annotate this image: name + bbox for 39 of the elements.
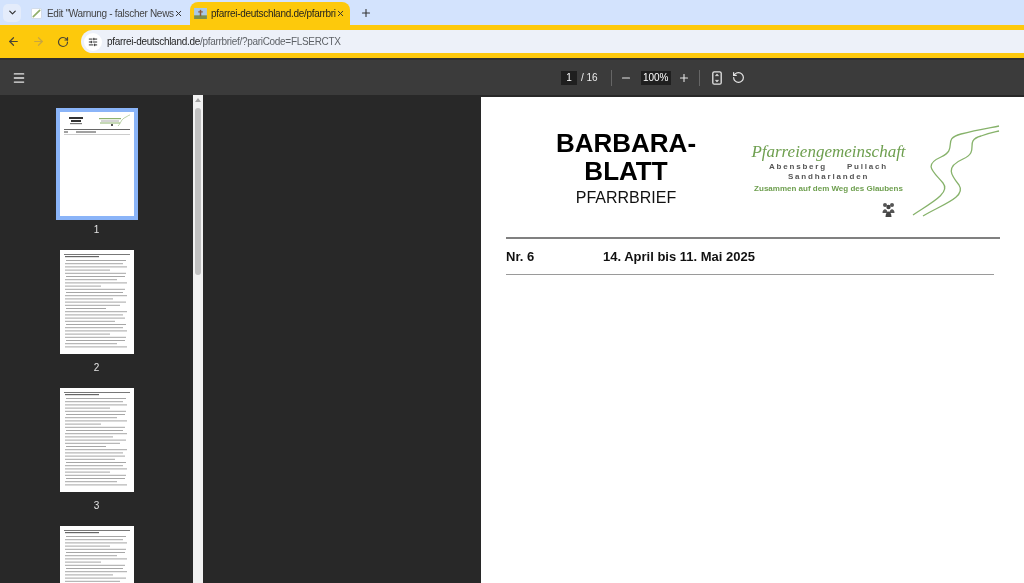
page-count: / 16	[581, 70, 598, 85]
document-subtitle: PFARRBRIEF	[575, 188, 677, 208]
scrollbar-thumb[interactable]	[195, 108, 201, 275]
document-title: BARBARA- BLATT	[555, 129, 697, 185]
page-thumbnail[interactable]	[59, 388, 134, 492]
picture-favicon-icon	[194, 8, 207, 19]
rotate-icon[interactable]	[731, 71, 745, 84]
page-number: 2	[93, 362, 100, 374]
zoom-field[interactable]: 100%	[640, 70, 671, 85]
scrollbar[interactable]	[193, 95, 203, 583]
close-tab-icon[interactable]	[336, 9, 345, 18]
logo-tagline: Zusammen auf dem Weg des Glaubens	[754, 183, 903, 194]
browser-tab[interactable]: Edit "Warnung - falscher News	[28, 3, 186, 24]
tune-icon	[88, 36, 98, 47]
issue-number: Nr. 6	[506, 249, 536, 265]
close-tab-icon[interactable]	[174, 9, 183, 18]
pen-favicon-icon	[31, 8, 42, 19]
address-field[interactable]: pfarrei-deutschland.de/pfarrbrief/?pariCode=FLSERCTX	[81, 30, 1024, 53]
town-name: Pullach	[846, 162, 889, 172]
reload-icon[interactable]	[57, 35, 69, 48]
menu-icon[interactable]	[12, 70, 26, 85]
back-arrow-icon[interactable]	[7, 35, 20, 48]
town-name: Sandharlanden	[787, 172, 870, 182]
town-name: Abensberg	[768, 162, 827, 172]
browser-tab[interactable]: pfarrei-deutschland.de/pfarrbri	[190, 2, 350, 25]
chevron-down-icon	[6, 7, 18, 18]
date-range: 14. April bis 11. Mai 2025	[603, 249, 755, 265]
site-info-button[interactable]	[84, 32, 102, 51]
page-number: 1	[93, 224, 100, 236]
page-thumbnail[interactable]	[59, 250, 134, 354]
fit-page-icon[interactable]	[711, 70, 722, 85]
page-thumbnail[interactable]	[55, 108, 138, 220]
zoom-in-icon[interactable]	[677, 71, 690, 84]
page-number: 3	[93, 500, 100, 512]
people-icon	[882, 202, 895, 217]
page-number-field[interactable]: 1	[561, 70, 577, 85]
logo-name: Pfarreiengemeinschaft	[751, 142, 906, 162]
new-tab-icon[interactable]	[360, 6, 372, 19]
tab-list-button[interactable]	[3, 3, 21, 22]
